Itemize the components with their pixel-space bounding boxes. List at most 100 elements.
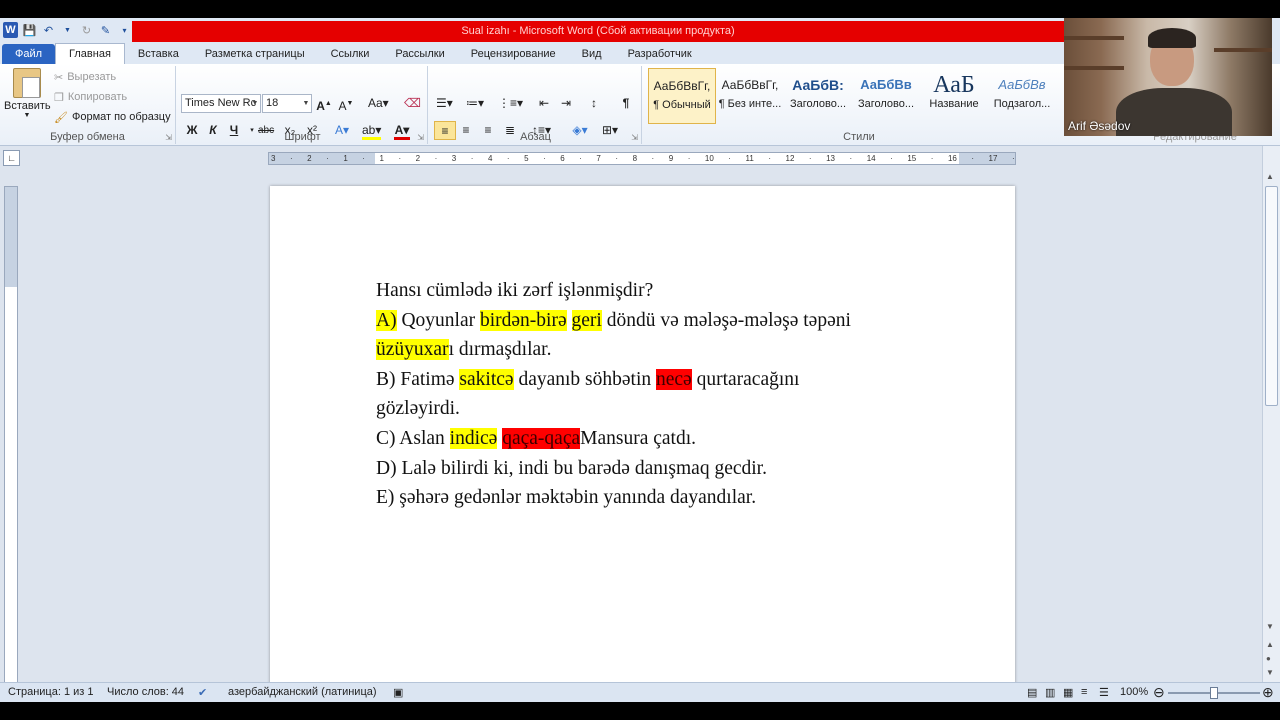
vertical-ruler[interactable] <box>4 186 18 698</box>
horizontal-ruler[interactable]: 3 · 2 · 1 · 1 · 2 · 3 · 4 · 5 · 6 · 7 · 8 · 9 · 10 · 11 · 12 · 13 · 14 · 1… <box>268 152 1016 165</box>
font-launcher-icon[interactable]: ⇲ <box>417 133 424 142</box>
style-normal[interactable]: АаБбВвГг, ¶ Обычный <box>648 68 716 124</box>
tab-references[interactable]: Ссылки <box>318 44 383 64</box>
macro-record-icon[interactable]: ▣ <box>393 686 403 699</box>
word-count[interactable]: Число слов: 44 <box>107 686 184 698</box>
tab-developer[interactable]: Разработчик <box>615 44 705 64</box>
paste-button[interactable]: Вставить ▼ <box>4 68 51 126</box>
scroll-down-icon[interactable]: ▼ <box>1266 622 1274 631</box>
redo-icon[interactable]: ↻ <box>79 23 94 38</box>
show-formatting-icon[interactable]: ¶ <box>618 94 634 113</box>
font-size-dropdown-icon[interactable]: ▼ <box>301 95 311 112</box>
text-run <box>567 310 572 331</box>
zoom-level[interactable]: 100% <box>1120 686 1148 698</box>
answer-line: D) Lalə bilirdi ki, indi bu barədə danış… <box>376 454 936 484</box>
tab-stop-selector[interactable]: ∟ <box>3 150 20 166</box>
paste-label: Вставить <box>4 100 51 112</box>
vertical-scrollbar[interactable]: ▲ ▼ ▲ ● ▼ <box>1262 146 1280 682</box>
person-body <box>1116 88 1232 136</box>
undo-icon[interactable]: ↶ <box>41 23 56 38</box>
ruler-tick: · <box>398 154 402 163</box>
customize-qat-icon[interactable]: ▾ <box>117 23 132 38</box>
web-layout-icon[interactable]: ▦ <box>1063 686 1073 699</box>
zoom-in-icon[interactable]: ⊕ <box>1262 684 1274 701</box>
clipboard-launcher-icon[interactable]: ⇲ <box>165 133 172 142</box>
font-name-select[interactable]: Times New Rc ▼ <box>181 94 261 113</box>
scroll-up-icon[interactable]: ▲ <box>1266 172 1274 181</box>
webcam-video: Arif Əsədov <box>1064 18 1272 136</box>
next-page-icon[interactable]: ▼ <box>1266 668 1274 677</box>
tab-page-layout[interactable]: Разметка страницы <box>192 44 318 64</box>
zoom-out-icon[interactable]: ⊖ <box>1153 684 1165 701</box>
style-title[interactable]: АаБ Название <box>920 68 988 124</box>
decrease-indent-icon[interactable]: ⇤ <box>536 94 552 113</box>
document-page[interactable]: Hansı cümlədə iki zərf işlənmişdir? A) Q… <box>270 186 1015 682</box>
answer-line: gözləyirdi. <box>376 394 936 424</box>
person-hair <box>1148 28 1196 48</box>
highlight-yellow-text: A) <box>376 309 397 331</box>
tab-mailings[interactable]: Рассылки <box>382 44 457 64</box>
format-painter-button[interactable]: 🖌 Формат по образцу <box>54 108 171 126</box>
style-subtitle[interactable]: АаБбВв Подзагол... <box>988 68 1056 124</box>
ruler-margin-top <box>5 187 17 287</box>
text-run: D) Lalə bilirdi ki, indi bu barədə danış… <box>376 457 767 479</box>
sort-icon[interactable]: ↕ <box>586 94 602 113</box>
draft-icon[interactable]: ☰ <box>1099 686 1109 699</box>
tab-home[interactable]: Главная <box>55 43 125 64</box>
zoom-slider-thumb[interactable] <box>1210 687 1218 699</box>
numbering-icon[interactable]: ≔▾ <box>466 94 484 113</box>
tab-review[interactable]: Рецензирование <box>458 44 569 64</box>
clear-formatting-icon[interactable]: ⌫ <box>404 94 421 113</box>
styles-group: АаБбВвГг, ¶ Обычный АаБбВвГг, ¶ Без инте… <box>644 66 1074 144</box>
question-line: Hansı cümlədə iki zərf işlənmişdir? <box>376 280 654 301</box>
browse-object-icon[interactable]: ● <box>1266 654 1271 663</box>
tab-view[interactable]: Вид <box>569 44 615 64</box>
text-run: qurtaracağını <box>691 368 800 390</box>
full-screen-reading-icon[interactable]: ▥ <box>1045 686 1055 699</box>
ruler-tick: 2 <box>415 154 421 163</box>
style-name: Заголово... <box>857 98 915 110</box>
style-heading-1[interactable]: АаБбВ: Заголово... <box>784 68 852 124</box>
save-icon[interactable]: 💾 <box>22 23 37 38</box>
ruler-tick: 5 <box>524 154 529 163</box>
ruler-tick: · <box>687 154 691 163</box>
ruler-tick: · <box>506 154 510 163</box>
font-size-select[interactable]: 18 ▼ <box>262 94 312 113</box>
increase-indent-icon[interactable]: ⇥ <box>558 94 574 113</box>
ruler-tick: · <box>768 154 771 163</box>
print-preview-icon[interactable]: ✎ <box>98 23 113 38</box>
copy-button[interactable]: ❐ Копировать <box>54 88 127 106</box>
ruler-tick: · <box>1011 154 1015 163</box>
font-name-dropdown-icon[interactable]: ▼ <box>250 95 260 112</box>
prev-page-icon[interactable]: ▲ <box>1266 640 1274 649</box>
document-content[interactable]: Hansı cümlədə iki zərf işlənmişdir? A) Q… <box>376 276 936 513</box>
word-logo-icon[interactable]: W <box>3 22 18 38</box>
paste-dropdown-icon[interactable]: ▼ <box>4 112 50 119</box>
font-group: Times New Rc ▼ 18 ▼ A▲ A▼ Aa▾ ⌫ Ж К Ч ▾ … <box>178 66 428 144</box>
highlight-yellow-text: sakitcə <box>459 368 514 390</box>
tab-insert[interactable]: Вставка <box>125 44 192 64</box>
shrink-font-icon[interactable]: A▼ <box>338 94 354 113</box>
ruler-tick: 9 <box>668 154 674 163</box>
bullets-icon[interactable]: ☰▾ <box>436 94 453 113</box>
page-indicator[interactable]: Страница: 1 из 1 <box>8 686 94 698</box>
proofing-icon[interactable]: ✔ <box>198 686 207 699</box>
style-no-spacing[interactable]: АаБбВвГг, ¶ Без инте... <box>716 68 784 124</box>
ruler-tick: · <box>930 154 934 163</box>
bookshelf-decor <box>1064 66 1124 70</box>
outline-icon[interactable]: ≡ <box>1081 686 1087 698</box>
style-heading-2[interactable]: АаБбВв Заголово... <box>852 68 920 124</box>
cut-button[interactable]: ✂ Вырезать <box>54 68 116 86</box>
undo-dropdown-icon[interactable]: ▼ <box>60 23 75 38</box>
change-case-icon[interactable]: Aa▾ <box>368 94 389 113</box>
paragraph-launcher-icon[interactable]: ⇲ <box>631 133 638 142</box>
multilevel-list-icon[interactable]: ⋮≡▾ <box>498 94 523 113</box>
document-area: Hansı cümlədə iki zərf işlənmişdir? A) Q… <box>20 170 1262 682</box>
print-layout-icon[interactable]: ▤ <box>1027 686 1037 699</box>
tab-file[interactable]: Файл <box>2 44 56 64</box>
scroll-thumb[interactable] <box>1265 186 1278 406</box>
grow-font-icon[interactable]: A▲ <box>316 94 332 113</box>
language-indicator[interactable]: азербайджанский (латиница) <box>228 686 377 698</box>
ruler-tick: · <box>615 154 619 163</box>
ruler-tick: 13 <box>826 154 836 163</box>
